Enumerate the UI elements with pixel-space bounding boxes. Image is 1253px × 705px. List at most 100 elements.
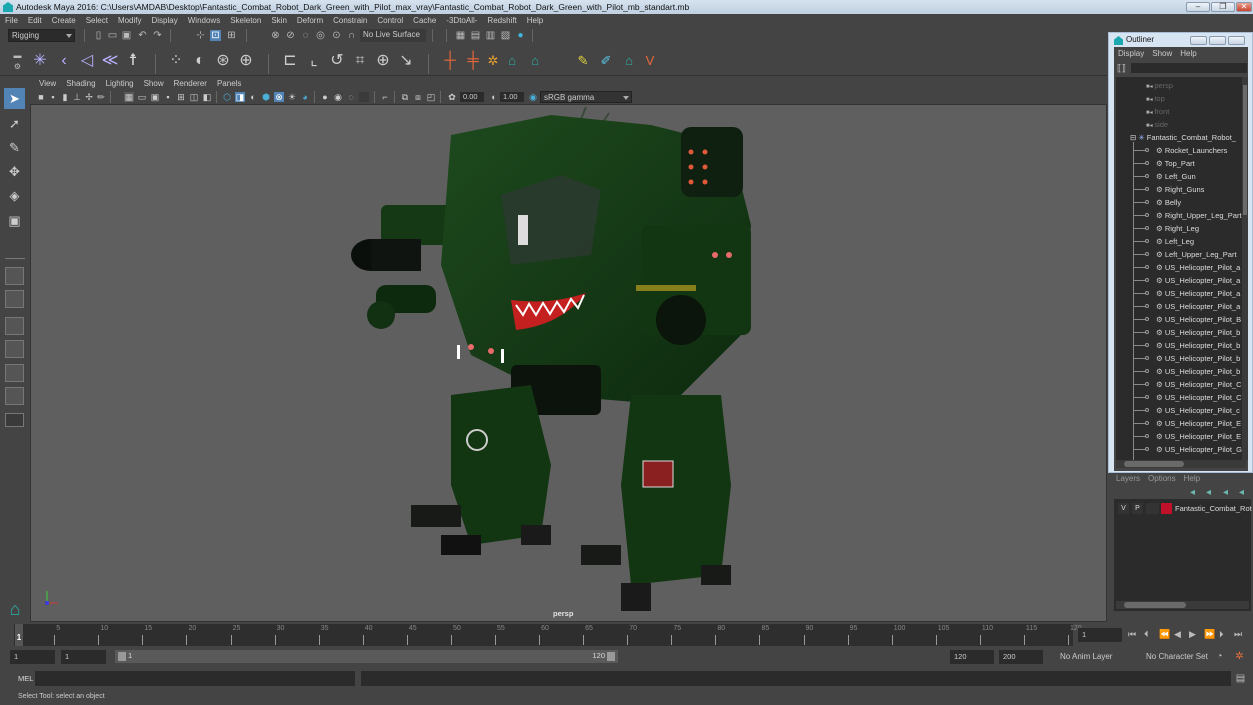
select-hierarchy-icon[interactable]: ⊹ bbox=[195, 30, 206, 41]
four-pane-layout-button[interactable] bbox=[5, 290, 24, 308]
outliner-item[interactable]: ⚙ US_Helicopter_Pilot_c bbox=[1156, 404, 1240, 417]
maya-tool-icon[interactable]: ⌂ bbox=[503, 52, 521, 70]
minimize-button[interactable]: – bbox=[1186, 2, 1210, 12]
screen-space-ao-icon[interactable]: ● bbox=[320, 92, 330, 102]
outliner-item[interactable]: ⚙ US_Helicopter_Pilot_b bbox=[1156, 326, 1240, 339]
outliner-horizontal-scrollbar[interactable] bbox=[1116, 460, 1246, 468]
colorspace-dropdown[interactable]: sRGB gamma bbox=[540, 91, 632, 103]
outliner-maximize-button[interactable] bbox=[1209, 36, 1226, 45]
ipr-render-icon[interactable]: ▥ bbox=[485, 30, 496, 41]
bind-skin-icon[interactable]: ◐ bbox=[191, 52, 209, 70]
scale-constraint-icon[interactable]: ⌗ bbox=[351, 52, 369, 70]
menu-modify[interactable]: Modify bbox=[113, 14, 147, 27]
outliner-item[interactable]: ⚙ Rocket_Launchers bbox=[1156, 144, 1227, 157]
point-constraint-icon[interactable]: ⌞ bbox=[305, 52, 323, 70]
restore-button[interactable]: ❐ bbox=[1211, 2, 1235, 12]
xray-joints-icon[interactable]: ⧈ bbox=[413, 92, 423, 102]
outliner-item[interactable]: ⚙ US_Helicopter_Pilot_a bbox=[1156, 287, 1240, 300]
menu-3dtoall[interactable]: -3DtoAll- bbox=[441, 14, 482, 27]
command-input[interactable] bbox=[35, 671, 355, 686]
step-forward-frame-button[interactable]: ⏵ bbox=[1219, 629, 1224, 640]
xray-components-icon[interactable]: ◰ bbox=[426, 92, 436, 102]
gamma-field[interactable]: 1.00 bbox=[500, 92, 524, 102]
outliner-item[interactable]: ⚙ US_Helicopter_Pilot_C bbox=[1156, 391, 1242, 404]
pole-vector-icon[interactable]: ↘ bbox=[397, 52, 415, 70]
perspective-viewport[interactable]: persp bbox=[30, 104, 1107, 622]
animation-end-field[interactable]: 200 bbox=[999, 650, 1043, 664]
layers-menu-help[interactable]: Help bbox=[1180, 474, 1204, 483]
outliner-item[interactable]: ⚙ Belly bbox=[1156, 196, 1181, 209]
outliner-item[interactable]: ⚙ US_Helicopter_Pilot_B bbox=[1156, 313, 1241, 326]
cluster-icon[interactable]: ⁘ bbox=[167, 52, 185, 70]
script-editor-icon[interactable]: ▤ bbox=[1235, 673, 1246, 684]
scrollbar-thumb[interactable] bbox=[1243, 85, 1247, 215]
snap-point-icon[interactable]: ◌ bbox=[300, 30, 311, 41]
wrap-icon[interactable]: ⊕ bbox=[237, 52, 255, 70]
smooth-shade-icon[interactable]: ◨ bbox=[235, 92, 245, 102]
ik-spline-icon[interactable]: ◁ bbox=[78, 52, 96, 70]
paint-select-tool-icon[interactable]: ✎ bbox=[4, 137, 25, 158]
outliner-item[interactable]: ⚙ Right_Upper_Leg_Part bbox=[1156, 209, 1242, 222]
layer-playback-toggle[interactable]: P bbox=[1132, 503, 1143, 514]
menu-constrain[interactable]: Constrain bbox=[328, 14, 372, 27]
outliner-item[interactable]: ⚙ Left_Gun bbox=[1156, 170, 1196, 183]
animation-start-field[interactable]: 1 bbox=[10, 650, 55, 664]
paint-weights-icon[interactable]: ✐ bbox=[597, 52, 615, 70]
two-pane-layout-button[interactable] bbox=[5, 317, 24, 335]
camera-attributes-icon[interactable]: ▪ bbox=[48, 92, 58, 102]
step-back-key-button[interactable]: ⏪ bbox=[1159, 629, 1170, 640]
outliner-minimize-button[interactable] bbox=[1190, 36, 1207, 45]
outliner-item[interactable]: ⚙ US_Helicopter_Pilot_a bbox=[1156, 274, 1240, 287]
outliner-item[interactable]: ⚙ Left_Leg bbox=[1156, 235, 1194, 248]
menu-windows[interactable]: Windows bbox=[183, 14, 225, 27]
isolate-select-icon[interactable]: ⌐ bbox=[380, 92, 390, 102]
ik-handle-icon[interactable]: ‹ bbox=[55, 52, 73, 70]
grease-pencil-icon[interactable]: ✏ bbox=[96, 92, 106, 102]
menu-control[interactable]: Control bbox=[372, 14, 408, 27]
locator-icon[interactable]: ┼ bbox=[441, 52, 459, 70]
outliner-item[interactable]: ⚙ Left_Upper_Leg_Part bbox=[1156, 248, 1237, 261]
v-tool-icon[interactable]: V bbox=[641, 52, 659, 70]
gate-mask-icon[interactable]: ▪ bbox=[163, 92, 173, 102]
maya-tool-3-icon[interactable]: ⌂ bbox=[620, 52, 638, 70]
render-frame-icon[interactable]: ▤ bbox=[470, 30, 481, 41]
go-to-end-button[interactable]: ⏭ bbox=[1234, 629, 1242, 640]
gamma-icon[interactable]: ◖ bbox=[488, 92, 498, 102]
outliner-close-button[interactable] bbox=[1228, 36, 1245, 45]
snap-curve-icon[interactable]: ⊘ bbox=[285, 30, 296, 41]
shelf-settings-icon[interactable]: ⚙ bbox=[12, 61, 23, 72]
textured-icon[interactable]: ⊗ bbox=[274, 92, 284, 102]
select-tool-icon[interactable]: ➤ bbox=[4, 88, 25, 109]
outliner-item[interactable]: ⚙ US_Helicopter_Pilot_E bbox=[1156, 430, 1241, 443]
menu-skin[interactable]: Skin bbox=[266, 14, 292, 27]
current-frame-field[interactable]: 1 bbox=[1078, 628, 1122, 642]
hypershade-layout-button[interactable] bbox=[5, 387, 24, 405]
play-forwards-button[interactable]: ▶ bbox=[1189, 629, 1196, 640]
hypershade-icon[interactable]: ● bbox=[515, 30, 526, 41]
scale-tool-icon[interactable]: ▣ bbox=[4, 210, 25, 231]
orient-constraint-icon[interactable]: ↺ bbox=[328, 52, 346, 70]
outliner-item[interactable]: ⚙ US_Helicopter_Pilot_a bbox=[1156, 300, 1240, 313]
make-live-icon[interactable]: ∩ bbox=[346, 30, 357, 41]
menu-cache[interactable]: Cache bbox=[408, 14, 441, 27]
2d-pan-zoom-icon[interactable]: ✢ bbox=[84, 92, 94, 102]
anti-aliasing-icon[interactable]: ◌ bbox=[346, 92, 356, 102]
move-layer-down-icon[interactable]: ◂ bbox=[1203, 487, 1214, 498]
layers-menu-options[interactable]: Options bbox=[1144, 474, 1180, 483]
image-plane-icon[interactable]: ⊥ bbox=[72, 92, 82, 102]
wireframe-icon[interactable]: ⬡ bbox=[222, 92, 232, 102]
layer-display-type[interactable] bbox=[1146, 503, 1159, 514]
outliner-item[interactable]: ⚙ US_Helicopter_Pilot_C bbox=[1156, 378, 1242, 391]
outliner-camera-item[interactable]: ■◂ persp bbox=[1146, 79, 1173, 92]
layer-color-swatch[interactable] bbox=[1161, 503, 1172, 514]
camera-icon[interactable]: ■ bbox=[36, 92, 46, 102]
bake-icon[interactable]: ✎ bbox=[574, 52, 592, 70]
menu-create[interactable]: Create bbox=[47, 14, 81, 27]
joint-tool-icon[interactable]: ✳ bbox=[31, 52, 49, 70]
rotate-tool-icon[interactable]: ◈ bbox=[4, 185, 25, 206]
filter-icon[interactable]: ⟦⟧ bbox=[1117, 63, 1127, 73]
aim-constraint-icon[interactable]: ⊕ bbox=[374, 52, 392, 70]
menu-skeleton[interactable]: Skeleton bbox=[225, 14, 266, 27]
insert-joint-icon[interactable]: ≪ bbox=[101, 52, 119, 70]
panel-menu-shading[interactable]: Shading bbox=[61, 79, 100, 88]
